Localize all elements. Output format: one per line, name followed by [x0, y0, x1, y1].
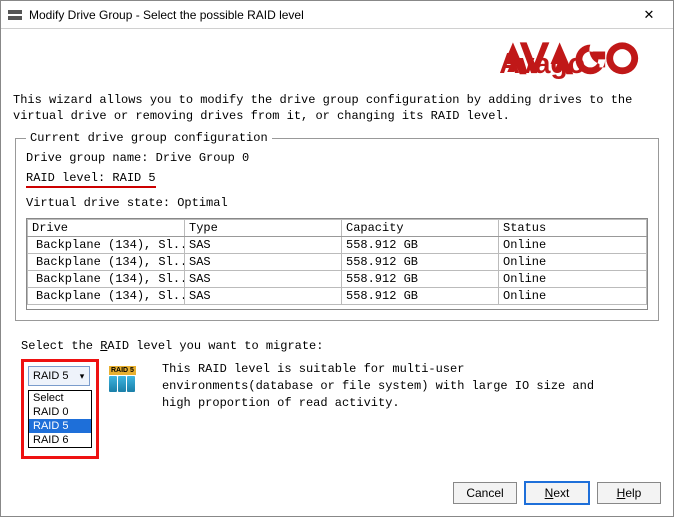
- raid-description: This RAID level is suitable for multi-us…: [162, 361, 602, 411]
- cell-type: SAS: [185, 237, 342, 254]
- drive-table: Drive Type Capacity Status Backplane (13…: [26, 218, 648, 310]
- cell-capacity: 558.912 GB: [342, 288, 499, 305]
- drive-name: Backplane (134), Sl...: [36, 238, 185, 252]
- cell-capacity: 558.912 GB: [342, 271, 499, 288]
- window-title: Modify Drive Group - Select the possible…: [29, 8, 631, 22]
- listbox-option[interactable]: RAID 6: [29, 433, 91, 447]
- brand-logo: Avago: [11, 37, 645, 87]
- combo-value: RAID 5: [33, 370, 68, 382]
- group-name-label: Drive group name:: [26, 151, 148, 165]
- titlebar: Modify Drive Group - Select the possible…: [1, 1, 673, 29]
- cell-status: Online: [499, 288, 647, 305]
- group-name-value: Drive Group 0: [156, 151, 250, 165]
- listbox-option[interactable]: RAID 0: [29, 405, 91, 419]
- cell-type: SAS: [185, 254, 342, 271]
- disk-icons: [109, 376, 136, 392]
- raid-level-label: RAID level:: [26, 171, 105, 185]
- cell-status: Online: [499, 254, 647, 271]
- chevron-down-icon: ▾: [75, 371, 89, 382]
- cell-type: SAS: [185, 288, 342, 305]
- listbox-option[interactable]: Select: [29, 391, 91, 405]
- cancel-button[interactable]: Cancel: [453, 482, 517, 504]
- table-row[interactable]: Backplane (134), Sl...SAS558.912 GBOnlin…: [28, 288, 647, 305]
- cell-capacity: 558.912 GB: [342, 237, 499, 254]
- table-row[interactable]: Backplane (134), Sl...SAS558.912 GBOnlin…: [28, 271, 647, 288]
- col-drive[interactable]: Drive: [28, 220, 185, 237]
- raid-badge-label: RAID 5: [109, 366, 136, 375]
- drive-name: Backplane (134), Sl...: [36, 255, 185, 269]
- raid-level-listbox[interactable]: SelectRAID 0RAID 5RAID 6: [28, 390, 92, 448]
- next-button[interactable]: Next: [525, 482, 589, 504]
- wizard-intro: This wizard allows you to modify the dri…: [13, 93, 661, 124]
- table-row[interactable]: Backplane (134), Sl...SAS558.912 GBOnlin…: [28, 254, 647, 271]
- current-config-group: Current drive group configuration Drive …: [15, 138, 659, 321]
- raid-level-combo[interactable]: RAID 5 ▾: [28, 366, 90, 386]
- col-type[interactable]: Type: [185, 220, 342, 237]
- col-status[interactable]: Status: [499, 220, 647, 237]
- drive-name: Backplane (134), Sl...: [36, 272, 185, 286]
- cell-status: Online: [499, 271, 647, 288]
- disk-icon: [109, 376, 117, 392]
- table-row[interactable]: Backplane (134), Sl...SAS558.912 GBOnlin…: [28, 237, 647, 254]
- raid-badge: RAID 5: [109, 361, 136, 392]
- disk-icon: [118, 376, 126, 392]
- listbox-option[interactable]: RAID 5: [29, 419, 91, 433]
- cell-status: Online: [499, 237, 647, 254]
- vd-state-value: Optimal: [177, 196, 227, 210]
- col-capacity[interactable]: Capacity: [342, 220, 499, 237]
- fieldset-legend: Current drive group configuration: [26, 131, 272, 145]
- close-button[interactable]: ✕: [631, 1, 667, 28]
- disk-icon: [127, 376, 135, 392]
- raid-select-highlight: RAID 5 ▾ SelectRAID 0RAID 5RAID 6: [21, 359, 99, 459]
- raid-level-value: RAID 5: [112, 171, 155, 185]
- cell-type: SAS: [185, 271, 342, 288]
- migrate-label: Select the RAID level you want to migrat…: [21, 339, 663, 353]
- drive-name: Backplane (134), Sl...: [36, 289, 185, 303]
- vd-state-label: Virtual drive state:: [26, 196, 170, 210]
- help-button[interactable]: Help: [597, 482, 661, 504]
- cell-capacity: 558.912 GB: [342, 254, 499, 271]
- svg-text:Avago: Avago: [499, 48, 585, 80]
- app-icon: [7, 7, 23, 23]
- table-header-row: Drive Type Capacity Status: [28, 220, 647, 237]
